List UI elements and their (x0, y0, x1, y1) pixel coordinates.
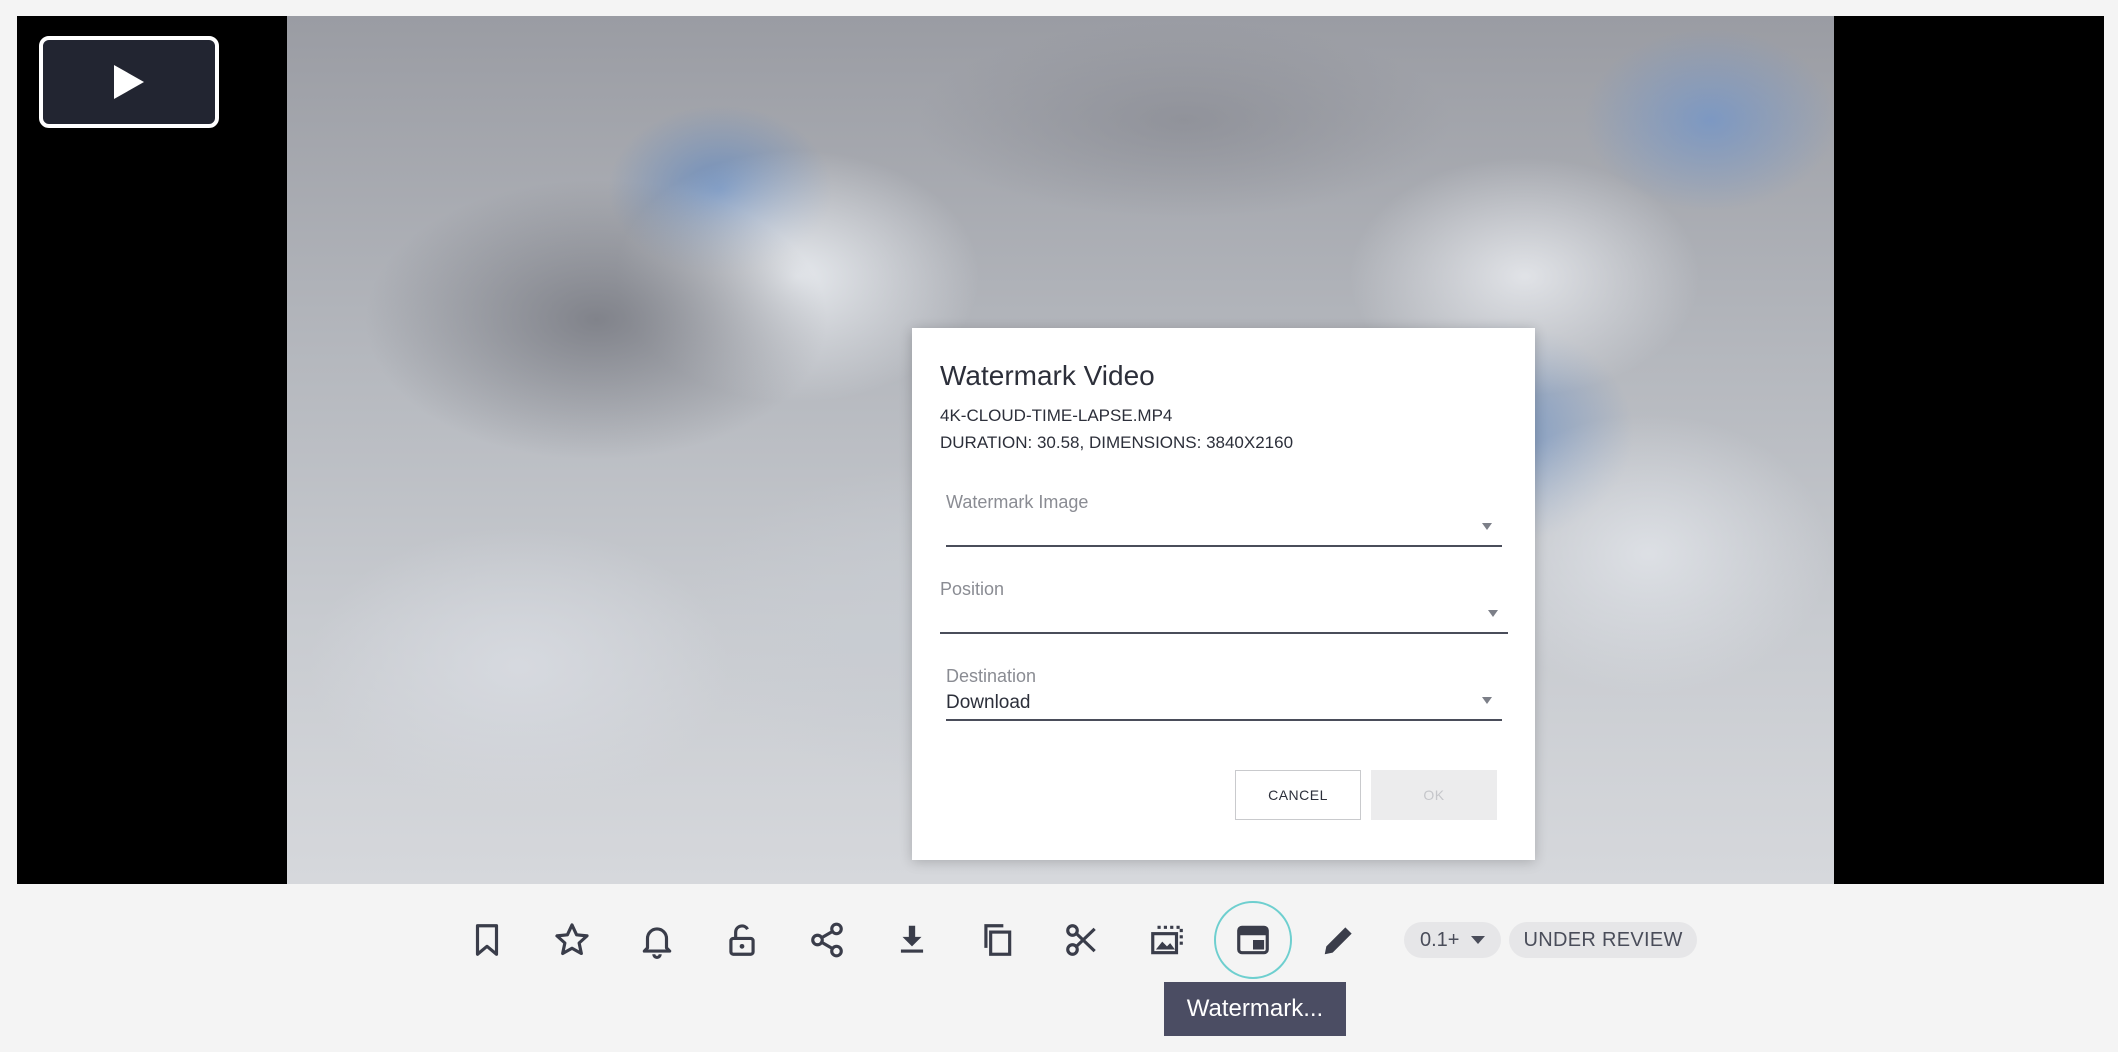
position-label: Position (940, 579, 1005, 599)
dropdown-caret-icon (1488, 610, 1498, 617)
watermark-image-label: Watermark Image (946, 492, 1089, 512)
share-icon (811, 922, 843, 958)
crop-image-icon (1151, 925, 1183, 955)
dropdown-caret-icon (1482, 697, 1492, 704)
version-label: 0.1+ (1420, 928, 1460, 951)
destination-label: Destination (946, 666, 1037, 686)
destination-field: Destination Download (946, 666, 1502, 721)
watermark-button[interactable] (1214, 901, 1292, 979)
status-badge[interactable]: UNDER REVIEW (1509, 922, 1697, 958)
watermark-icon (1237, 925, 1269, 955)
position-select[interactable] (940, 600, 1508, 634)
pencil-icon (1324, 927, 1352, 955)
copy-button[interactable] (965, 908, 1029, 972)
chevron-down-icon (1471, 936, 1486, 944)
dialog-actions: CANCEL OK (1235, 770, 1497, 820)
favorite-button[interactable] (540, 908, 604, 972)
unlock-icon (729, 924, 755, 956)
dropdown-caret-icon (1482, 523, 1492, 530)
destination-select[interactable]: Download (946, 687, 1502, 721)
play-button[interactable] (39, 36, 219, 128)
asset-toolbar: 0.1+ UNDER REVIEW (455, 901, 1697, 979)
share-button[interactable] (795, 908, 859, 972)
bookmark-button[interactable] (455, 908, 519, 972)
dialog-meta: DURATION: 30.58, DIMENSIONS: 3840X2160 (940, 433, 1294, 452)
watermark-image-select[interactable] (946, 513, 1502, 547)
trim-button[interactable] (1050, 908, 1114, 972)
ok-button[interactable]: OK (1371, 770, 1497, 820)
download-button[interactable] (880, 908, 944, 972)
scissors-icon (1066, 924, 1096, 956)
cancel-button[interactable]: CANCEL (1235, 770, 1361, 820)
play-icon (114, 65, 144, 99)
bell-icon (642, 927, 672, 959)
watermark-image-field: Watermark Image (946, 492, 1502, 547)
lock-button[interactable] (710, 908, 774, 972)
dialog-title: Watermark Video (940, 360, 1155, 391)
notify-button[interactable] (625, 908, 689, 972)
watermark-dialog: Watermark Video 4K-CLOUD-TIME-LAPSE.MP4 … (912, 328, 1535, 860)
copy-icon (984, 924, 1012, 956)
watermark-tooltip: Watermark... (1164, 982, 1346, 1036)
position-field: Position (940, 579, 1508, 634)
star-icon (555, 923, 589, 956)
destination-value: Download (946, 692, 1031, 713)
crop-button[interactable] (1135, 908, 1199, 972)
download-icon (900, 925, 924, 953)
bookmark-icon (475, 924, 499, 956)
edit-button[interactable] (1307, 908, 1371, 972)
version-selector[interactable]: 0.1+ (1404, 922, 1502, 958)
dialog-filename: 4K-CLOUD-TIME-LAPSE.MP4 (940, 406, 1173, 425)
